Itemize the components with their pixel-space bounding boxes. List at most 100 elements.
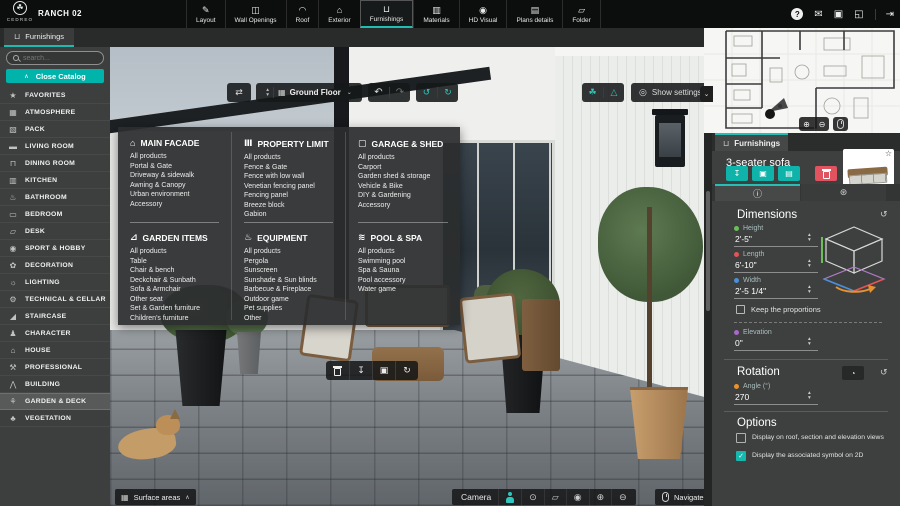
favorite-star-icon[interactable]: ☆ (885, 149, 892, 158)
save-icon[interactable]: ▣ (834, 9, 843, 20)
width-stepper[interactable]: ▴ ▾ (808, 285, 811, 294)
search-input[interactable] (23, 54, 93, 62)
catalog-item[interactable]: DIY & Gardening (358, 191, 448, 201)
sidebar-item[interactable]: ✿ DECORATION (0, 257, 110, 274)
download-object-button[interactable]: ↧ (349, 361, 372, 380)
display-on-roof-checkbox[interactable] (736, 433, 746, 443)
wooden-chair[interactable] (522, 299, 560, 371)
inspector-tab-furnishings[interactable]: ⊔ Furnishings (715, 133, 789, 151)
sidebar-item[interactable]: ▬ LIVING ROOM (0, 138, 110, 155)
toolbar-tool[interactable]: ▱ Folder (562, 0, 601, 28)
plan-pan-button[interactable] (833, 117, 848, 131)
toolbar-tool[interactable]: ▥ Materials (413, 0, 458, 28)
toolbar-tool[interactable]: ◉ HD Visual (458, 0, 507, 28)
plan-zoom-in-button[interactable]: ⊕ (799, 117, 814, 131)
catalog-item[interactable]: All products (130, 152, 219, 162)
catalog-item[interactable]: All products (244, 153, 333, 163)
angle-stepper[interactable]: ▴ ▾ (808, 391, 811, 400)
toolbar-tool[interactable]: ⊔ Furnishings (359, 0, 414, 28)
plan-collapse-button[interactable]: ⌄ (700, 86, 713, 102)
sidebar-item[interactable]: ▥ KITCHEN (0, 172, 110, 189)
exit-icon[interactable]: ⇥ (874, 8, 894, 20)
catalog-item[interactable]: Table (130, 257, 219, 267)
catalog-item[interactable]: Driveway & sidewalk (130, 171, 219, 181)
sidebar-item[interactable]: ▭ BEDROOM (0, 206, 110, 223)
catalog-item[interactable]: Sofa & Armchair (130, 285, 219, 295)
angle-value[interactable]: 270 (735, 392, 749, 402)
catalog-item[interactable]: Outdoor game (244, 295, 333, 305)
gray-planter[interactable] (237, 332, 261, 374)
catalog-item[interactable]: All products (244, 247, 333, 257)
show-settings-button[interactable]: ◎ Show settings ⌄ (631, 83, 704, 102)
catalog-item[interactable]: Other seat (130, 295, 219, 305)
catalog-item[interactable]: Water game (358, 285, 448, 295)
duplicate-button[interactable]: ▣ (752, 166, 774, 181)
toolbar-tool[interactable]: ✎ Layout (186, 0, 225, 28)
plan-zoom-out-button[interactable]: ⊖ (814, 117, 829, 131)
sync-icon[interactable]: ↻ (437, 87, 458, 98)
tab-customize[interactable]: ⊛ (801, 184, 886, 201)
outdoor-armchair[interactable] (458, 292, 522, 364)
catalog-item[interactable]: Fence with low wall (244, 172, 333, 182)
catalog-item[interactable]: Accessory (358, 201, 448, 211)
delete-object-button[interactable] (326, 361, 349, 380)
tab-information[interactable]: ⓘ (715, 184, 800, 201)
sidebar-item[interactable]: ★ FAVORITES (0, 87, 110, 104)
redo-button[interactable]: ↷ (389, 87, 410, 98)
length-value[interactable]: 6'-10" (735, 260, 757, 270)
height-stepper[interactable]: ▴ ▾ (808, 233, 811, 242)
terracotta-pot[interactable] (629, 387, 689, 459)
sidebar-item[interactable]: ▱ DESK (0, 223, 110, 240)
catalog-item[interactable]: Gabion (244, 210, 333, 220)
potted-tree-trunk[interactable] (647, 207, 652, 397)
elevation-stepper[interactable]: ▴ ▾ (808, 337, 811, 346)
catalog-item[interactable]: Portal & Gate (130, 162, 219, 172)
sidebar-item[interactable]: ⚘ GARDEN & DECK (0, 393, 110, 410)
swap-view-button[interactable]: ⇄ (227, 83, 251, 102)
toolbar-tool[interactable]: ◠ Roof (285, 0, 319, 28)
catalog-item[interactable]: Spa & Sauna (358, 266, 448, 276)
sidebar-item[interactable]: ☼ LIGHTING (0, 274, 110, 291)
reset-dimensions-icon[interactable]: ↺ (880, 209, 888, 220)
close-catalog-button[interactable]: ∧ Close Catalog (6, 69, 104, 83)
height-value[interactable]: 2'-5" (735, 234, 752, 244)
catalog-item[interactable]: Deckchair & Sunbath (130, 276, 219, 286)
download-button[interactable]: ↧ (726, 166, 748, 181)
sidebar-item[interactable]: ▦ ATMOSPHERE (0, 104, 110, 121)
surface-areas-button[interactable]: ▦ Surface areas ∧ (115, 489, 196, 505)
catalog-item[interactable]: Barbecue & Fireplace (244, 285, 333, 295)
cedreo-logo[interactable]: ☘ CEDREO (3, 1, 37, 22)
catalog-item[interactable]: Sunscreen (244, 266, 333, 276)
catalog-item[interactable]: All products (358, 247, 448, 257)
keep-proportions-checkbox[interactable] (736, 305, 745, 314)
refresh-icon[interactable]: ↺ (416, 87, 437, 98)
duplicate-object-button[interactable]: ▣ (372, 361, 395, 380)
catalog-item[interactable]: Awning & Canopy (130, 181, 219, 191)
viewport-3d[interactable]: ⇄ ▴ ▾ ▦ Ground Floor ⌄ ↶ ↷ ↺ ↻ ☘ △ ◎ Show… (110, 47, 704, 506)
replace-button[interactable]: ▤ (778, 166, 800, 181)
catalog-item[interactable]: Pool accessory (358, 276, 448, 286)
sync-object-button[interactable]: ↻ (395, 361, 418, 380)
floor-selector[interactable]: ▴ ▾ ▦ Ground Floor ⌄ (256, 83, 362, 102)
rotate-tool-button[interactable]: ◔ (842, 366, 864, 380)
binoculars-button[interactable]: ◉ (565, 489, 589, 505)
camera-elevation-button[interactable]: ▱ (543, 489, 566, 505)
width-value[interactable]: 2'-5 1/4" (735, 286, 766, 296)
elevation-value[interactable]: 0" (735, 338, 743, 348)
catalog-item[interactable]: Accessory (130, 200, 219, 210)
catalog-item[interactable]: Chair & bench (130, 266, 219, 276)
catalog-item[interactable]: Fence & Gate (244, 163, 333, 173)
sidebar-item[interactable]: ♨ BATHROOM (0, 189, 110, 206)
floor-stepper[interactable]: ▴ ▾ (266, 88, 269, 97)
sidebar-item[interactable]: ⚒ PROFESSIONAL (0, 359, 110, 376)
sidebar-item[interactable]: ▧ PACK (0, 121, 110, 138)
zoom-in-button[interactable]: ⊕ (588, 489, 612, 505)
sidebar-item[interactable]: ⊓ DINING ROOM (0, 155, 110, 172)
catalog-item[interactable]: Set & Garden furniture (130, 304, 219, 314)
compress-icon[interactable]: ◱ (854, 9, 863, 20)
walkthrough-button[interactable] (498, 489, 521, 505)
catalog-item[interactable]: Children's furniture (130, 314, 219, 321)
reset-rotation-icon[interactable]: ↺ (880, 367, 888, 378)
catalog-item[interactable]: All products (358, 153, 448, 163)
catalog-item[interactable]: Garden shed & storage (358, 172, 448, 182)
